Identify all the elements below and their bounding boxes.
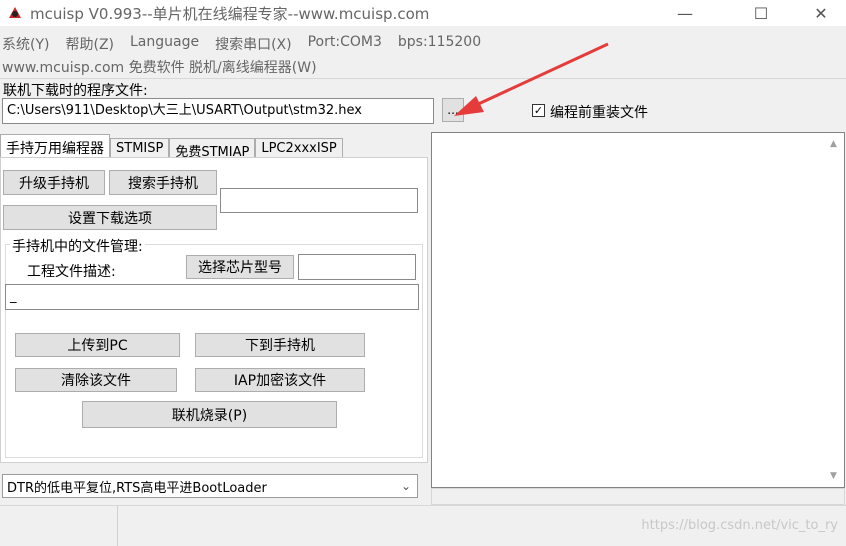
tab-stmisp[interactable]: STMISP [110,138,170,158]
program-file-path-input[interactable]: C:\Users\911\Desktop\大三上\USART\Output\st… [2,98,434,124]
scroll-down-icon[interactable]: ▼ [830,471,837,481]
status-divider [117,506,118,546]
menu-port[interactable]: Port:COM3 [308,34,382,54]
menu-search-port[interactable]: 搜索串口(X) [215,34,292,54]
menu-divider [0,78,846,79]
menu-system[interactable]: 系统(Y) [2,34,49,54]
watermark-text: https://blog.csdn.net/vic_to_ry [641,518,838,533]
output-log-area[interactable]: ▲ ▼ [431,132,845,488]
minimize-button[interactable]: — [662,0,708,26]
tab-free-stmiap[interactable]: 免费STMIAP [169,138,256,160]
iap-encrypt-file-button[interactable]: IAP加密该文件 [195,368,365,392]
boot-mode-selected-value: DTR的低电平复位,RTS高电平进BootLoader [7,480,267,496]
output-horizontal-scrollbar[interactable] [431,488,845,505]
tab-handheld-programmer[interactable]: 手持万用编程器 [0,134,110,158]
tab-strip: 手持万用编程器 STMISP 免费STMIAP LPC2xxxISP [0,134,343,160]
scroll-up-icon[interactable]: ▲ [830,139,837,149]
project-desc-input[interactable]: _ [5,284,419,310]
upgrade-handheld-button[interactable]: 升级手持机 [3,170,105,195]
chip-model-input[interactable] [298,254,416,280]
boot-mode-select[interactable]: DTR的低电平复位,RTS高电平进BootLoader ⌄ [2,474,418,498]
file-management-title: 手持机中的文件管理: [10,236,145,256]
menu-bar: 系统(Y) 帮助(Z) Language 搜索串口(X) Port:COM3 b… [2,34,497,54]
online-burn-button[interactable]: 联机烧录(P) [82,401,337,428]
title-bar: mcuisp V0.993--单片机在线编程专家--www.mcuisp.com… [0,0,846,26]
download-to-handheld-button[interactable]: 下到手持机 [195,333,365,357]
tab-lpc2xxxisp[interactable]: LPC2xxxISP [255,138,343,158]
select-chip-button[interactable]: 选择芯片型号 [186,255,294,279]
clear-file-button[interactable]: 清除该文件 [15,368,177,392]
reload-file-checkbox-label: 编程前重装文件 [550,105,648,121]
upload-to-pc-button[interactable]: 上传到PC [15,333,180,357]
project-desc-label: 工程文件描述: [27,264,116,280]
menu-help[interactable]: 帮助(Z) [65,34,114,54]
download-settings-button[interactable]: 设置下载选项 [3,205,217,230]
output-vertical-scrollbar[interactable]: ▲ ▼ [827,133,844,487]
reload-file-checkbox[interactable]: ✓ [532,104,545,117]
mcuisp-app-icon [9,7,21,18]
handheld-info-input[interactable] [220,188,418,213]
maximize-button[interactable]: ☐ [738,0,784,26]
close-button[interactable]: ✕ [798,0,844,26]
menu-offline-programmer[interactable]: www.mcuisp.com 免费软件 脱机/离线编程器(W) [2,57,317,77]
window-title: mcuisp V0.993--单片机在线编程专家--www.mcuisp.com [30,5,430,23]
menu-language[interactable]: Language [130,34,199,54]
main-window: mcuisp V0.993--单片机在线编程专家--www.mcuisp.com… [0,0,846,546]
search-handheld-button[interactable]: 搜索手持机 [109,170,217,195]
chevron-down-icon[interactable]: ⌄ [395,475,417,497]
program-file-label: 联机下载时的程序文件: [3,83,148,99]
